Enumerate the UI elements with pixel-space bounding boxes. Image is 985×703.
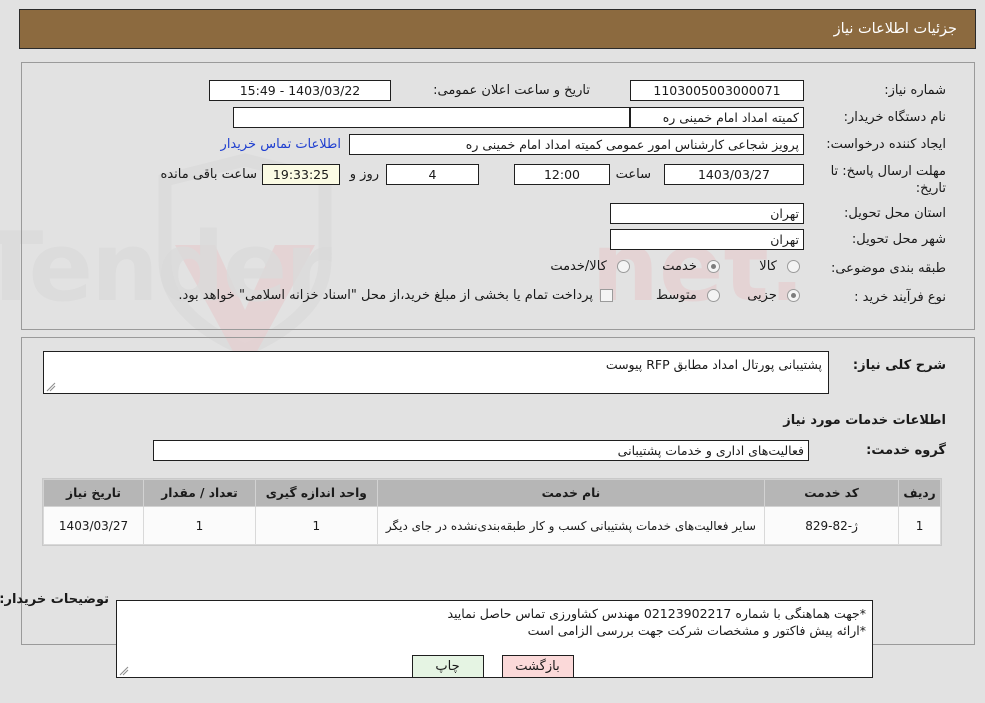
cell-service-name: سایر فعالیت‌های خدمات پشتیبانی کسب و کار… bbox=[376, 506, 766, 545]
subject-category-option-kala[interactable]: کالا bbox=[759, 259, 800, 274]
col-header-need-date: تاریخ نیاز bbox=[42, 479, 145, 507]
delivery-province-field[interactable]: تهران bbox=[610, 203, 804, 224]
radio-motevaset-icon[interactable] bbox=[707, 289, 720, 302]
subject-category-option-label: کالا/خدمت bbox=[550, 259, 607, 274]
print-button[interactable]: چاپ bbox=[411, 655, 484, 678]
buyer-contact-link[interactable]: اطلاعات تماس خریدار bbox=[221, 137, 341, 152]
radio-khedmat-icon[interactable] bbox=[707, 260, 720, 273]
buyer-org-field[interactable]: کمیته امداد امام خمینی ره bbox=[630, 107, 804, 128]
deadline-label-line2: تاریخ: bbox=[915, 181, 946, 196]
table-row: 1 ژ-82-829 سایر فعالیت‌های خدمات پشتیبان… bbox=[42, 506, 941, 545]
service-group-label: گروه خدمت: bbox=[866, 443, 946, 458]
deadline-label-line1: مهلت ارسال پاسخ: تا bbox=[830, 164, 946, 179]
purchase-type-option-jozii[interactable]: جزیی bbox=[747, 288, 800, 303]
general-description-label: شرح کلی نیاز: bbox=[852, 358, 946, 373]
subject-category-option-kala-khedmat[interactable]: کالا/خدمت bbox=[550, 259, 630, 274]
purchase-type-option-label: متوسط bbox=[656, 288, 697, 303]
request-creator-field[interactable]: پرویز شجاعی کارشناس امور عمومی کمیته امد… bbox=[349, 134, 804, 155]
footer-button-row: بازگشت چاپ bbox=[0, 655, 985, 678]
need-number-label: شماره نیاز: bbox=[884, 83, 946, 98]
countdown-label: ساعت باقی مانده bbox=[160, 167, 257, 182]
services-section-title: اطلاعات خدمات مورد نیاز bbox=[783, 413, 946, 428]
back-button[interactable]: بازگشت bbox=[501, 655, 574, 678]
buyer-notes-line-1: *جهت هماهنگی با شماره 02123902217 مهندس … bbox=[447, 606, 866, 621]
cell-quantity: 1 bbox=[143, 506, 256, 545]
purchase-type-option-label: جزیی bbox=[747, 288, 777, 303]
window-title-bar: جزئیات اطلاعات نیاز bbox=[19, 9, 976, 49]
col-header-service-code: کد خدمت bbox=[764, 479, 900, 507]
general-description-value: پشتیبانی پورتال امداد مطابق RFP پیوست bbox=[605, 357, 822, 372]
page-root: AriaTender .net جزئیات اطلاعات نیاز شمار… bbox=[0, 0, 985, 703]
items-table-wrapper: ردیف کد خدمت نام خدمت واحد اندازه گیری ت… bbox=[42, 478, 942, 546]
radio-kala-icon[interactable] bbox=[787, 260, 800, 273]
table-header-row: ردیف کد خدمت نام خدمت واحد اندازه گیری ت… bbox=[42, 479, 941, 507]
announce-datetime-field[interactable]: 1403/03/22 - 15:49 bbox=[209, 80, 391, 101]
subject-category-label: طبقه بندی موضوعی: bbox=[830, 261, 946, 276]
treasury-bond-checkbox-row[interactable]: پرداخت تمام یا بخشی از مبلغ خرید،از محل … bbox=[178, 288, 613, 303]
request-creator-label: ایجاد کننده درخواست: bbox=[826, 137, 946, 152]
col-header-service-name: نام خدمت bbox=[376, 479, 766, 507]
announce-datetime-label: تاریخ و ساعت اعلان عمومی: bbox=[433, 83, 590, 98]
subject-category-option-khedmat[interactable]: خدمت bbox=[662, 259, 720, 274]
delivery-province-label: استان محل تحویل: bbox=[844, 206, 946, 221]
treasury-bond-checkbox-icon[interactable] bbox=[600, 289, 613, 302]
buyer-org-label: نام دستگاه خریدار: bbox=[843, 110, 946, 125]
buyer-notes-label: توضیحات خریدار: bbox=[0, 592, 109, 607]
remaining-days-field[interactable]: 4 bbox=[386, 164, 479, 185]
deadline-time-label: ساعت bbox=[615, 167, 651, 182]
delivery-city-field[interactable]: تهران bbox=[610, 229, 804, 250]
countdown-timer-field: 19:33:25 bbox=[262, 164, 340, 185]
cell-unit: 1 bbox=[254, 506, 378, 545]
radio-jozii-icon[interactable] bbox=[787, 289, 800, 302]
cell-need-date: 1403/03/27 bbox=[42, 506, 145, 545]
delivery-city-label: شهر محل تحویل: bbox=[851, 232, 946, 247]
subject-category-option-label: کالا bbox=[759, 259, 777, 274]
buyer-notes-line-2: *ارائه پیش فاکتور و مشخصات شرکت جهت بررس… bbox=[527, 623, 866, 638]
col-header-unit: واحد اندازه گیری bbox=[254, 479, 378, 507]
subject-category-option-label: خدمت bbox=[662, 259, 697, 274]
page-title: جزئیات اطلاعات نیاز bbox=[833, 21, 957, 37]
col-header-row-no: ردیف bbox=[898, 479, 941, 507]
deadline-time-field[interactable]: 12:00 bbox=[514, 164, 610, 185]
items-table: ردیف کد خدمت نام خدمت واحد اندازه گیری ت… bbox=[42, 479, 941, 545]
treasury-bond-checkbox-label: پرداخت تمام یا بخشی از مبلغ خرید،از محل … bbox=[178, 288, 593, 303]
purchase-type-option-motevaset[interactable]: متوسط bbox=[656, 288, 720, 303]
service-group-field[interactable]: فعالیت‌های اداری و خدمات پشتیبانی bbox=[153, 440, 809, 461]
buyer-org-overflow-field[interactable] bbox=[233, 107, 630, 128]
cell-row-no: 1 bbox=[898, 506, 941, 545]
col-header-quantity: تعداد / مقدار bbox=[143, 479, 256, 507]
resize-grip-icon[interactable] bbox=[46, 382, 56, 392]
radio-kala-khedmat-icon[interactable] bbox=[617, 260, 630, 273]
remaining-days-label: روز و bbox=[349, 167, 379, 182]
need-number-field[interactable]: 1103005003000071 bbox=[630, 80, 804, 101]
purchase-type-label: نوع فرآیند خرید : bbox=[854, 290, 946, 305]
general-description-textarea[interactable]: پشتیبانی پورتال امداد مطابق RFP پیوست bbox=[43, 351, 829, 394]
deadline-date-field[interactable]: 1403/03/27 bbox=[664, 164, 804, 185]
cell-service-code: ژ-82-829 bbox=[764, 506, 900, 545]
